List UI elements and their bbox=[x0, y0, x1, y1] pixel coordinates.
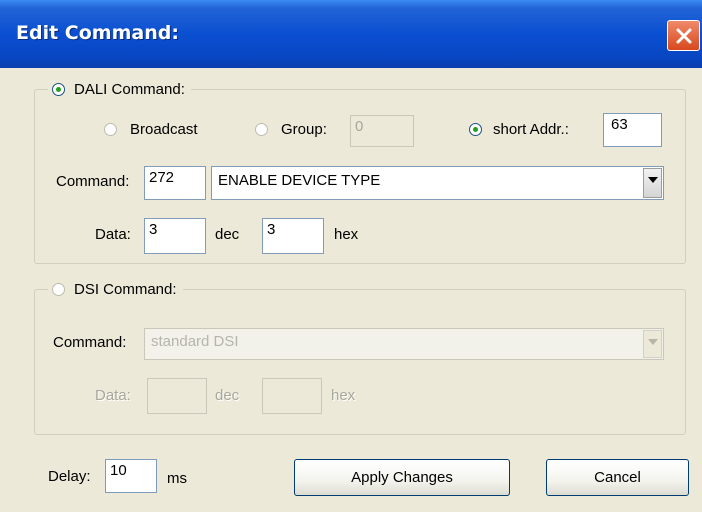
radio-selected-icon bbox=[52, 82, 65, 96]
dsi-command-select[interactable]: standard DSI bbox=[144, 328, 664, 360]
broadcast-radio[interactable]: Broadcast bbox=[104, 121, 198, 138]
radio-unselected-icon bbox=[52, 282, 65, 296]
radio-unselected-icon bbox=[104, 123, 117, 136]
dali-hex-label: hex bbox=[334, 226, 359, 243]
dali-command-radio[interactable]: DALI Command: bbox=[48, 80, 191, 98]
short-addr-input[interactable]: 63 bbox=[603, 113, 662, 147]
delay-input[interactable]: 10 bbox=[105, 459, 157, 493]
dsi-hex-label: hex bbox=[331, 387, 356, 404]
group-radio[interactable]: Group: bbox=[255, 121, 327, 138]
dsi-command-label: DSI Command: bbox=[74, 280, 177, 298]
close-icon bbox=[676, 28, 692, 44]
group-input[interactable]: 0 bbox=[350, 115, 414, 147]
short-addr-label: short Addr.: bbox=[493, 121, 569, 138]
command-number-input[interactable]: 272 bbox=[144, 166, 206, 200]
dsi-data-hex-input[interactable] bbox=[262, 378, 322, 414]
edit-command-dialog: Edit Command: DALI Command: Broadcast Gr… bbox=[0, 0, 702, 512]
broadcast-label: Broadcast bbox=[130, 121, 198, 138]
radio-selected-icon bbox=[469, 123, 482, 136]
command-select[interactable]: ENABLE DEVICE TYPE bbox=[211, 166, 664, 200]
command-dropdown-button[interactable] bbox=[643, 168, 662, 198]
dsi-dropdown-button[interactable] bbox=[643, 330, 662, 358]
dsi-data-label: Data: bbox=[95, 387, 131, 404]
dali-data-dec-input[interactable]: 3 bbox=[144, 218, 206, 254]
apply-changes-button[interactable]: Apply Changes bbox=[294, 459, 510, 496]
delay-label: Delay: bbox=[48, 468, 91, 485]
dsi-command-field-label: Command: bbox=[53, 334, 127, 351]
chevron-down-icon bbox=[648, 339, 658, 345]
chevron-down-icon bbox=[648, 177, 658, 183]
dsi-data-dec-input[interactable] bbox=[147, 378, 207, 414]
dsi-command-select-value: standard DSI bbox=[151, 333, 239, 350]
dsi-command-group bbox=[34, 289, 686, 435]
dsi-dec-label: dec bbox=[215, 387, 240, 404]
dsi-command-radio[interactable]: DSI Command: bbox=[48, 280, 183, 298]
radio-unselected-icon bbox=[255, 123, 268, 136]
dali-dec-label: dec bbox=[215, 226, 240, 243]
window-title: Edit Command: bbox=[16, 22, 179, 44]
command-select-value: ENABLE DEVICE TYPE bbox=[218, 172, 381, 189]
close-button[interactable] bbox=[667, 20, 700, 51]
title-bar[interactable]: Edit Command: bbox=[0, 0, 702, 68]
cancel-button[interactable]: Cancel bbox=[546, 459, 689, 496]
dali-data-hex-input[interactable]: 3 bbox=[262, 218, 324, 254]
ms-label: ms bbox=[167, 470, 187, 487]
dali-command-label: DALI Command: bbox=[74, 80, 185, 98]
group-label: Group: bbox=[281, 121, 327, 138]
dali-data-label: Data: bbox=[95, 226, 131, 243]
short-addr-radio[interactable]: short Addr.: bbox=[469, 121, 569, 138]
dali-command-field-label: Command: bbox=[56, 173, 130, 190]
